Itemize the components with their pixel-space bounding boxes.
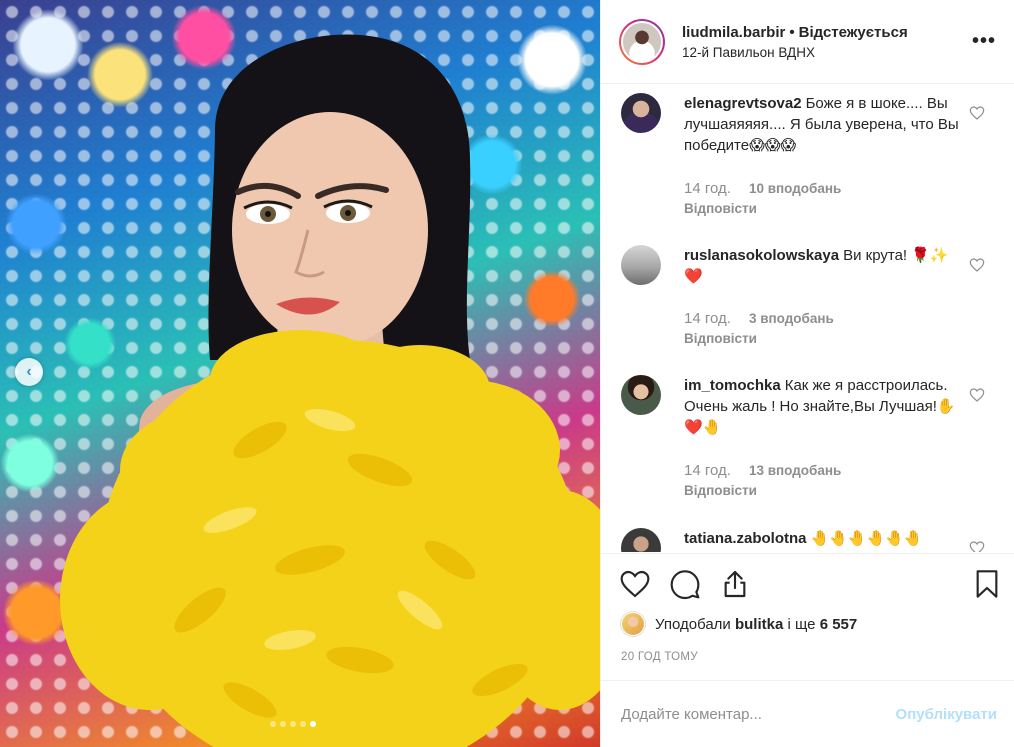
add-comment-bar: Опублікувати	[601, 680, 1014, 747]
comment-reply-button[interactable]: Відповісти	[684, 483, 757, 498]
follow-status[interactable]: Відстежується	[799, 24, 908, 41]
carousel-prev-button[interactable]: ‹	[15, 358, 43, 386]
heart-icon[interactable]	[619, 568, 651, 600]
comment-time[interactable]: 14 год.	[684, 462, 731, 479]
comment-time[interactable]: 14 год.	[684, 180, 731, 197]
comment-username[interactable]: ruslanasokolowskaya	[684, 247, 839, 264]
comment-like-heart-icon[interactable]	[969, 257, 985, 273]
comment-content: 🤚🤚🤚🤚🤚🤚	[810, 530, 923, 547]
comment-like-heart-icon[interactable]	[969, 105, 985, 121]
comment-like-heart-icon[interactable]	[969, 540, 985, 552]
carousel-dot-active	[310, 721, 316, 727]
comment-text: im_tomochka Как же я расстроилась. Очень …	[684, 375, 964, 438]
comment-text: tatiana.zabolotna 🤚🤚🤚🤚🤚🤚	[684, 528, 964, 549]
post-header: liudmila.barbir • Відстежується 12-й Павил…	[601, 0, 1014, 84]
post-photo[interactable]: ‹	[0, 0, 600, 747]
post-sidebar: liudmila.barbir • Відстежується 12-й Павил…	[600, 0, 1014, 747]
comment-time[interactable]: 14 год.	[684, 310, 731, 327]
share-icon[interactable]	[719, 568, 751, 600]
comment-like-heart-icon[interactable]	[969, 387, 985, 403]
commenter-avatar[interactable]	[621, 93, 661, 133]
carousel-dot	[270, 721, 276, 727]
post-modal: ‹ liudmila.barbir • Відстежується 12-й Пав…	[0, 0, 1014, 747]
comment-meta: 14 год. 3 вподобань	[684, 310, 834, 327]
post-comment-button[interactable]: Опублікувати	[896, 706, 997, 723]
comment-text: elenagrevtsova2 Боже я в шоке.... Вы лучш…	[684, 93, 964, 156]
author-username[interactable]: liudmila.barbir	[682, 24, 785, 41]
comment-likes[interactable]: 3 вподобань	[749, 311, 834, 326]
comment-input[interactable]	[621, 705, 896, 723]
carousel-indicators	[270, 721, 316, 727]
likes-prefix: Уподобали	[655, 615, 731, 633]
carousel-dot	[300, 721, 306, 727]
likes-middle: і ще	[787, 615, 816, 633]
header-separator: •	[789, 23, 795, 41]
commenter-avatar[interactable]	[621, 375, 661, 415]
comment-username[interactable]: tatiana.zabolotna	[684, 530, 807, 547]
post-timestamp[interactable]: 20 ГОД ТОМУ	[621, 651, 698, 663]
comment-meta: 14 год. 10 вподобань	[684, 180, 841, 197]
commenter-avatar[interactable]	[621, 528, 661, 552]
chevron-left-icon: ‹	[26, 363, 32, 380]
author-avatar[interactable]	[619, 18, 665, 65]
comment-icon[interactable]	[669, 568, 701, 600]
comments-list[interactable]: elenagrevtsova2 Боже я в шоке.... Вы лучш…	[601, 85, 1014, 552]
comment-username[interactable]: im_tomochka	[684, 377, 781, 394]
more-horizontal-icon[interactable]: •••	[972, 30, 996, 53]
bookmark-icon[interactable]	[971, 568, 1003, 600]
likes-count[interactable]: 6 557	[820, 616, 858, 633]
carousel-dot	[290, 721, 296, 727]
liker-username[interactable]: bulitka	[735, 616, 783, 633]
likes-summary: Уподобали bulitka і ще 6 557	[621, 612, 857, 636]
post-actions	[601, 553, 1014, 613]
comment-likes[interactable]: 13 вподобань	[749, 463, 841, 478]
comment-username[interactable]: elenagrevtsova2	[684, 95, 802, 112]
carousel-dot	[280, 721, 286, 727]
comment-meta: 14 год. 13 вподобань	[684, 462, 841, 479]
liker-avatar[interactable]	[621, 612, 645, 636]
post-location[interactable]: 12-й Павильон ВДНХ	[682, 45, 972, 60]
commenter-avatar[interactable]	[621, 245, 661, 285]
comment-text: ruslanasokolowskaya Ви крута! 🌹✨❤️	[684, 245, 964, 287]
portrait-illustration	[60, 34, 600, 747]
comment-reply-button[interactable]: Відповісти	[684, 201, 757, 216]
comment-reply-button[interactable]: Відповісти	[684, 331, 757, 346]
comment-likes[interactable]: 10 вподобань	[749, 181, 841, 196]
